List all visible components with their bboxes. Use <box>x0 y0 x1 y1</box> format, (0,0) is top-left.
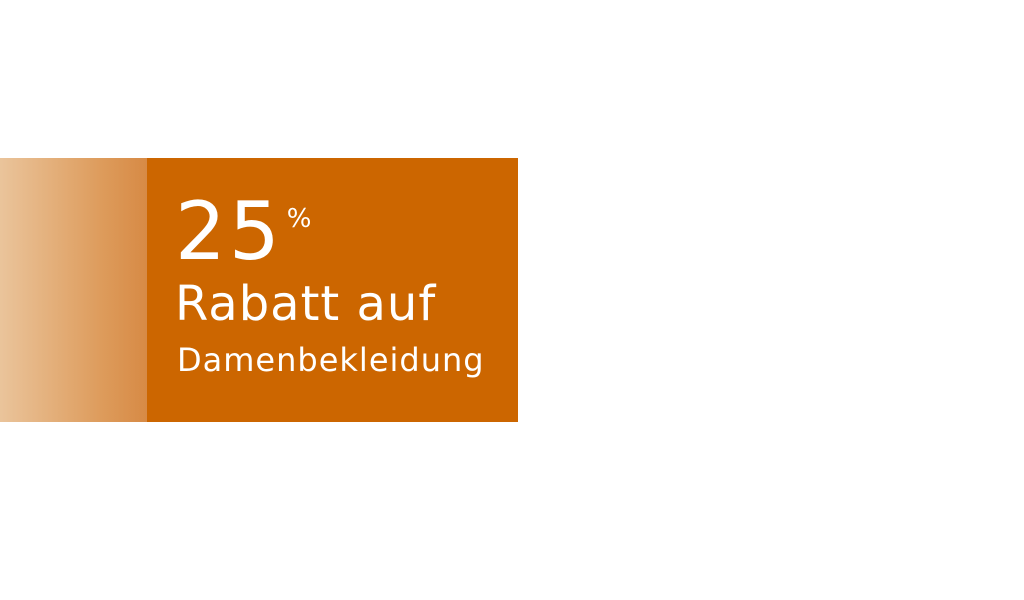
banner-panel: 25 % Rabatt auf Damenbekleidung <box>147 158 518 422</box>
discount-value: 25 <box>175 185 283 278</box>
banner-subline: Damenbekleidung <box>177 341 485 379</box>
discount-percentage: 25 % <box>175 188 312 276</box>
percent-sign: % <box>286 204 312 234</box>
discount-banner: 25 % Rabatt auf Damenbekleidung <box>0 158 518 422</box>
banner-gradient-strip <box>0 158 147 422</box>
banner-headline: Rabatt auf <box>175 276 437 332</box>
